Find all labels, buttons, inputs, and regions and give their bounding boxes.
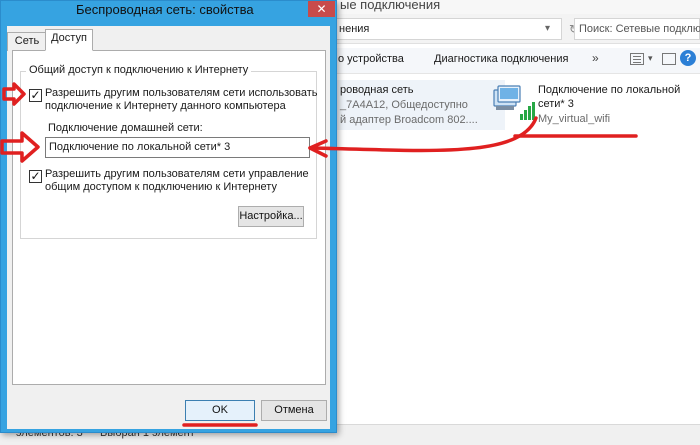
explorer-title: ые подключения: [340, 0, 441, 12]
home-network-select[interactable]: Подключение по локальной сети* 3: [45, 137, 310, 158]
more-commands-button[interactable]: »: [592, 51, 599, 65]
settings-button[interactable]: Настройка...: [238, 206, 304, 227]
network-adapter-icon[interactable]: [490, 84, 536, 124]
group-title: Общий доступ к подключению к Интернету: [26, 64, 252, 76]
allow-control-label: Разрешить другим пользователям сети упра…: [45, 168, 309, 180]
dialog-title: Беспроводная сеть: свойства: [76, 2, 254, 17]
preview-pane-icon[interactable]: [662, 53, 676, 65]
allow-control-checkbox[interactable]: ✓: [29, 170, 42, 183]
view-icon[interactable]: [630, 53, 644, 65]
chevron-down-icon[interactable]: ▾: [545, 23, 550, 34]
network-item-status: _7A4A12, Общедоступно: [340, 99, 468, 111]
network-item-name: Подключение по локальной: [538, 84, 681, 96]
diagnostics-button[interactable]: Диагностика подключения: [434, 53, 568, 65]
network-item-name: роводная сеть: [340, 84, 414, 96]
search-placeholder: Поиск: Сетевые подключе...: [579, 23, 700, 35]
ok-button[interactable]: OK: [185, 400, 255, 421]
network-item-ssid: My_virtual_wifi: [538, 113, 611, 125]
home-network-value: Подключение по локальной сети* 3: [49, 141, 231, 153]
help-icon[interactable]: ?: [680, 50, 696, 66]
home-network-label: Подключение домашней сети:: [48, 122, 203, 134]
allow-share-checkbox[interactable]: ✓: [29, 89, 42, 102]
close-icon[interactable]: ✕: [308, 1, 335, 17]
chevron-down-icon[interactable]: ▾: [648, 53, 653, 64]
address-text: нения: [339, 23, 370, 35]
allow-share-label: Разрешить другим пользователям сети испо…: [45, 87, 318, 99]
device-button[interactable]: о устройства: [338, 53, 404, 65]
address-field[interactable]: нения ▾: [334, 18, 562, 40]
search-input[interactable]: Поиск: Сетевые подключе...: [574, 18, 700, 40]
tab-network[interactable]: Сеть: [7, 32, 47, 51]
network-item-name-line2: сети* 3: [538, 98, 574, 110]
properties-dialog: Беспроводная сеть: свойства ✕ Сеть Досту…: [0, 0, 337, 433]
tab-sharing[interactable]: Доступ: [45, 29, 93, 51]
cancel-button[interactable]: Отмена: [261, 400, 327, 421]
allow-control-label-line2: общим доступом к подключению к Интернету: [45, 181, 277, 193]
allow-share-label-line2: подключение к Интернету данного компьюте…: [45, 100, 286, 112]
network-item-adapter: й адаптер Broadcom 802....: [340, 114, 478, 126]
